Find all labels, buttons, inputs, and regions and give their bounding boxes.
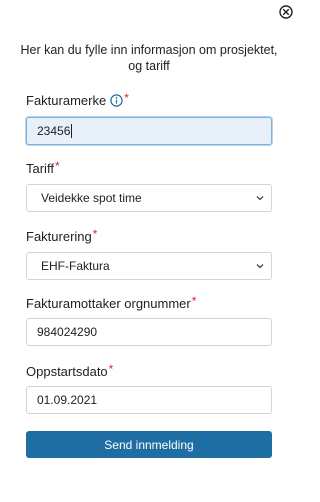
orgnummer-input[interactable]: 984024290 bbox=[26, 318, 272, 346]
tariff-label-row: Tariff * bbox=[26, 159, 272, 177]
required-mark: * bbox=[92, 227, 98, 241]
required-mark: * bbox=[108, 362, 114, 376]
tariff-selected-value: Veidekke spot time bbox=[41, 191, 142, 205]
chevron-down-icon bbox=[256, 196, 264, 201]
oppstartsdato-field: Oppstartsdato * 01.09.2021 bbox=[26, 362, 272, 414]
dialog: Her kan du fylle inn informasjon om pros… bbox=[0, 0, 298, 502]
required-mark: * bbox=[191, 294, 197, 308]
fakturering-selected-value: EHF-Faktura bbox=[41, 259, 110, 273]
tariff-field: Tariff * Veidekke spot time bbox=[26, 159, 272, 212]
fakturamerke-input[interactable]: 23456 bbox=[26, 117, 272, 145]
required-mark: * bbox=[124, 91, 129, 105]
text-caret bbox=[71, 124, 73, 138]
oppstartsdato-label-row: Oppstartsdato * bbox=[26, 362, 272, 380]
fakturamerke-label: Fakturamerke bbox=[26, 93, 107, 108]
intro-line-1: Her kan du fylle inn informasjon om pros… bbox=[20, 43, 278, 57]
chevron-down-icon bbox=[256, 264, 264, 269]
orgnummer-label: Fakturamottaker orgnummer bbox=[26, 296, 191, 311]
required-mark: * bbox=[54, 159, 60, 173]
fakturering-select[interactable]: EHF-Faktura bbox=[26, 252, 272, 280]
fakturering-label-row: Fakturering * bbox=[26, 227, 272, 245]
send-innmelding-label: Send innmelding bbox=[104, 437, 194, 452]
oppstartsdato-label: Oppstartsdato bbox=[26, 364, 108, 379]
fakturamerke-label-row: Fakturamerke * bbox=[26, 91, 272, 109]
info-icon[interactable] bbox=[110, 94, 123, 107]
intro-text: Her kan du fylle inn informasjon om pros… bbox=[20, 42, 278, 74]
fakturering-field: Fakturering * EHF-Faktura bbox=[26, 227, 272, 280]
fakturering-label: Fakturering bbox=[26, 229, 92, 244]
intro-line-2: og tariff bbox=[128, 59, 170, 73]
orgnummer-field: Fakturamottaker orgnummer * 984024290 bbox=[26, 294, 272, 346]
tariff-select[interactable]: Veidekke spot time bbox=[26, 184, 272, 212]
send-innmelding-button[interactable]: Send innmelding bbox=[26, 431, 272, 458]
fakturamerke-field: Fakturamerke * 23456 bbox=[26, 91, 272, 145]
orgnummer-value: 984024290 bbox=[37, 325, 98, 339]
fakturamerke-value: 23456 bbox=[37, 124, 71, 138]
oppstartsdato-value: 01.09.2021 bbox=[37, 393, 98, 407]
orgnummer-label-row: Fakturamottaker orgnummer * bbox=[26, 294, 272, 312]
oppstartsdato-input[interactable]: 01.09.2021 bbox=[26, 386, 272, 414]
tariff-label: Tariff bbox=[26, 161, 54, 176]
close-icon[interactable] bbox=[279, 5, 293, 19]
